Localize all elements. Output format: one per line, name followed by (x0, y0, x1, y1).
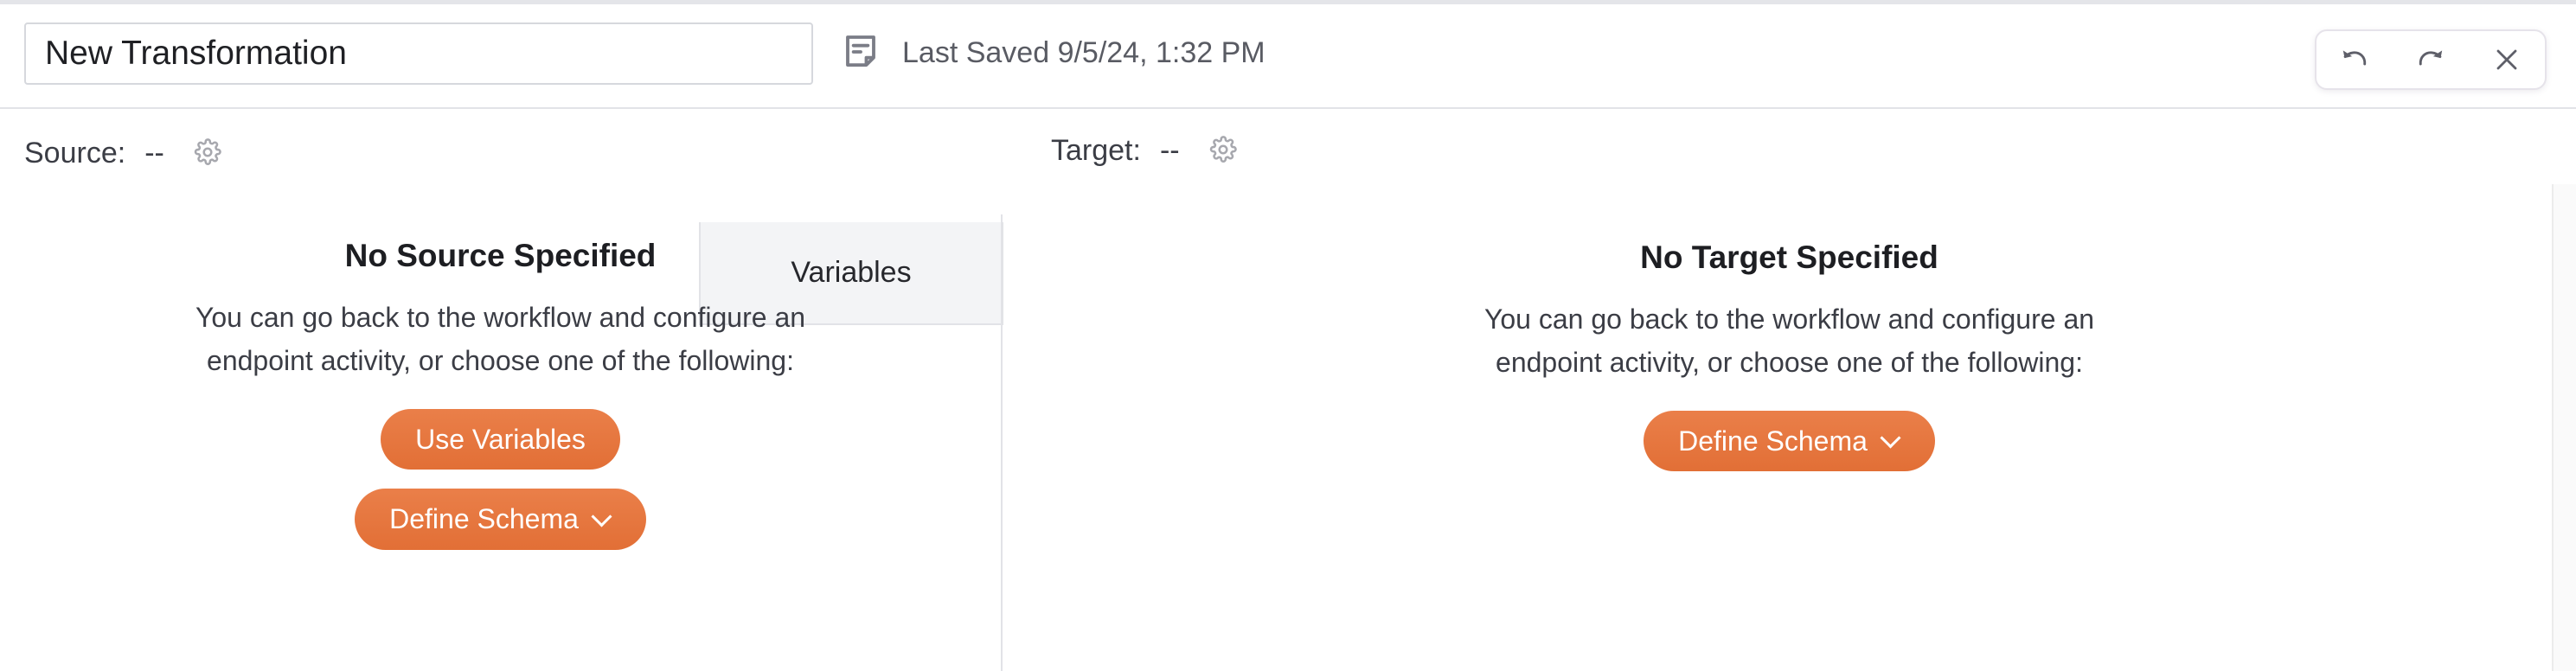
source-action-buttons: Use Variables Define Schema (189, 409, 812, 550)
source-endpoint-group: Source: -- (24, 137, 221, 170)
note-icon (843, 34, 878, 72)
source-define-schema-button[interactable]: Define Schema (355, 489, 646, 550)
source-panel: No Source Specified You can go back to t… (0, 214, 1001, 671)
target-empty-description: You can go back to the workflow and conf… (1483, 304, 2095, 379)
endpoint-subbar: Source: -- Target: -- Variables (0, 111, 2576, 325)
source-empty-title: No Source Specified (344, 238, 657, 273)
target-empty-title: No Target Specified (1640, 240, 1938, 275)
target-action-buttons: Define Schema (1444, 411, 2136, 472)
target-value: -- (1159, 134, 1180, 167)
last-saved-group: Last Saved 9/5/24, 1:32 PM (843, 34, 1266, 72)
vertical-scrollbar[interactable] (2552, 184, 2576, 671)
gear-icon (194, 138, 221, 169)
undo-button[interactable] (2328, 35, 2381, 85)
target-settings-button[interactable] (1209, 136, 1237, 166)
transformation-editor: Last Saved 9/5/24, 1:32 PM (0, 0, 2576, 671)
transformation-name-input[interactable] (24, 22, 813, 85)
close-button[interactable] (2480, 35, 2534, 85)
source-define-schema-label: Define Schema (389, 503, 579, 535)
panels-area: No Source Specified You can go back to t… (0, 214, 2576, 671)
target-define-schema-label: Define Schema (1678, 425, 1868, 457)
editor-header: Last Saved 9/5/24, 1:32 PM (0, 4, 2576, 109)
target-define-schema-button[interactable]: Define Schema (1644, 411, 1935, 472)
source-value: -- (144, 137, 164, 169)
chevron-down-icon (1881, 429, 1900, 448)
use-variables-button[interactable]: Use Variables (381, 409, 620, 470)
target-empty-state: No Target Specified You can go back to t… (1444, 238, 2136, 472)
source-empty-state: No Source Specified You can go back to t… (189, 236, 812, 550)
target-endpoint-group: Target: -- (1051, 134, 1237, 168)
source-settings-button[interactable] (194, 138, 221, 169)
close-icon (2493, 46, 2521, 73)
history-toolbar (2315, 29, 2547, 90)
redo-button[interactable] (2404, 35, 2457, 85)
target-panel: No Target Specified You can go back to t… (1003, 214, 2576, 671)
target-label: Target: (1051, 134, 1141, 167)
gear-icon (1209, 136, 1237, 166)
last-saved-text: Last Saved 9/5/24, 1:32 PM (902, 36, 1266, 69)
undo-icon (2340, 47, 2369, 73)
redo-icon (2416, 47, 2445, 73)
source-empty-description: You can go back to the workflow and conf… (195, 302, 806, 377)
use-variables-label: Use Variables (415, 424, 586, 456)
chevron-down-icon (593, 508, 612, 527)
source-label: Source: (24, 137, 126, 169)
